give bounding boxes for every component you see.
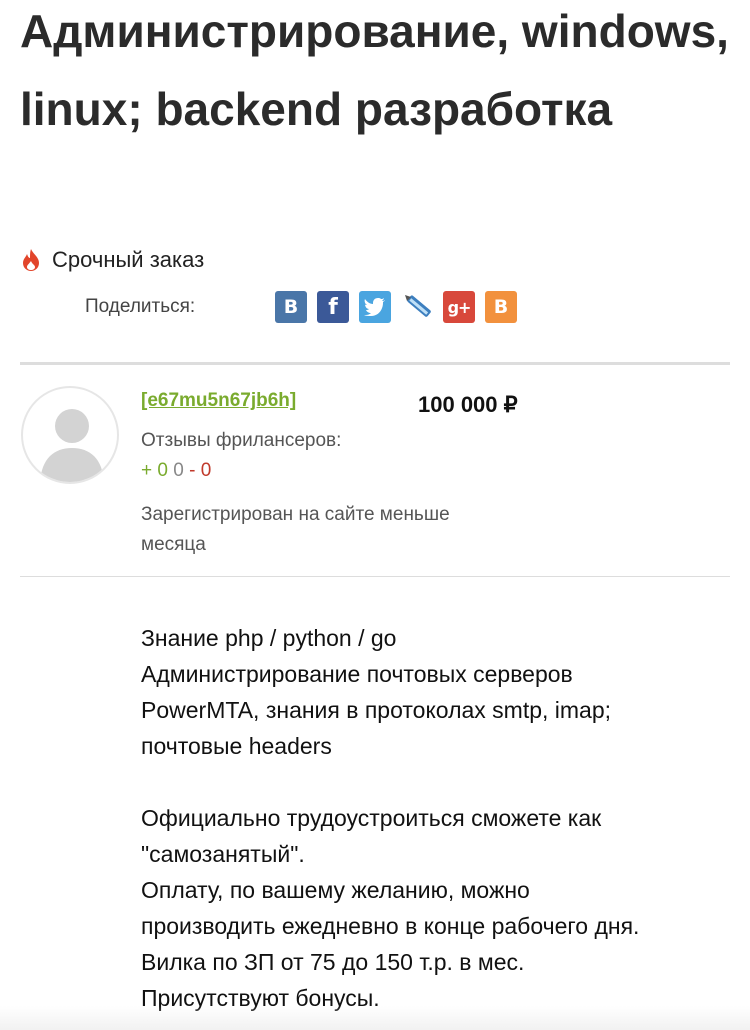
description-line: почтовые headers (141, 733, 332, 759)
description-line: "самозанятый". (141, 841, 305, 867)
twitter-icon[interactable] (359, 291, 391, 323)
divider-top (20, 362, 730, 365)
share-label: Поделиться: (85, 296, 196, 317)
avatar[interactable] (21, 386, 119, 484)
urgent-label: Срочный заказ (52, 247, 205, 272)
reviews-label: Отзывы фрилансеров: (141, 430, 342, 451)
facebook-icon[interactable]: f (317, 291, 349, 323)
vk-icon[interactable]: В (275, 291, 307, 323)
livejournal-icon[interactable] (401, 291, 433, 323)
description-line: PowerMTA, знания в протоколах smtp, imap… (141, 697, 612, 723)
google-plus-icon[interactable]: g+ (443, 291, 475, 323)
order-description: Знание php / python / go Администрирован… (141, 620, 731, 1016)
reviews-negative[interactable]: - 0 (189, 460, 211, 481)
share-bar: Поделиться: В f g+ B (85, 291, 527, 323)
blogger-icon[interactable]: B (485, 291, 517, 323)
description-line: Официально трудоустроиться сможете как (141, 805, 602, 831)
urgent-badge: Срочный заказ (20, 246, 204, 274)
order-price: 100 000 ₽ (418, 392, 518, 417)
reviews-counts: + 0 0 - 0 (141, 460, 211, 482)
description-line: Администрирование почтовых серверов (141, 661, 573, 687)
registration-info: Зарегистрирован на сайте меньше месяца (141, 504, 450, 555)
reviews-neutral[interactable]: 0 (173, 460, 184, 481)
page-title: Администрирование, windows, linux; backe… (20, 5, 729, 135)
bottom-fade (0, 1006, 750, 1030)
divider-middle (20, 576, 730, 577)
description-line: производить ежедневно в конце рабочего д… (141, 913, 640, 939)
author-username-link[interactable]: [e67mu5n67jb6h] (141, 390, 296, 412)
description-line: Оплату, по вашему желанию, можно (141, 877, 530, 903)
description-line: Знание php / python / go (141, 625, 397, 651)
description-line: Вилка по ЗП от 75 до 150 т.р. в мес. (141, 949, 525, 975)
reviews-positive[interactable]: + 0 (141, 460, 168, 481)
fire-icon (23, 249, 39, 271)
